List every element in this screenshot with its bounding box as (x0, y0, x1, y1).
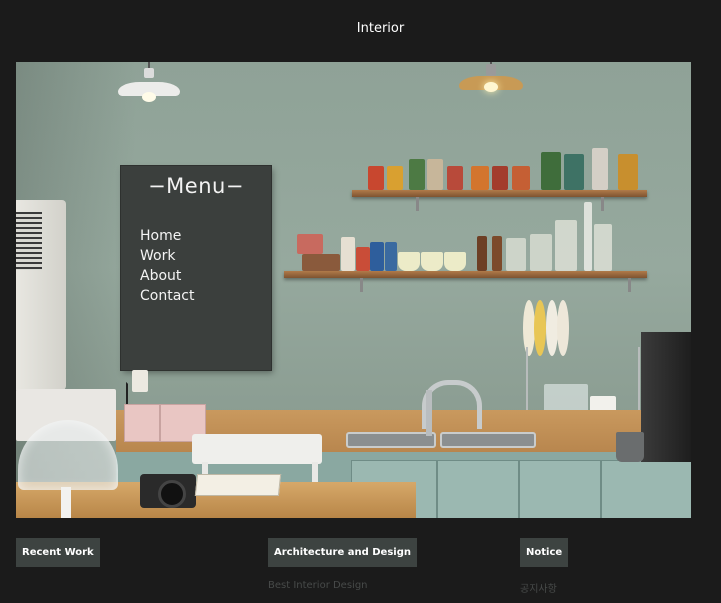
lower-shelf (284, 271, 647, 278)
sink (346, 432, 436, 448)
notebook (194, 474, 282, 496)
menu-link-about[interactable]: About (140, 266, 194, 286)
menu-link-work[interactable]: Work (140, 246, 194, 266)
notice-subtitle: 공지사항 (520, 584, 557, 595)
menu-link-contact[interactable]: Contact (140, 286, 194, 306)
site-title: Interior (356, 21, 405, 36)
architecture-subtitle: Best Interior Design (268, 580, 368, 591)
menu-link-home[interactable]: Home (140, 226, 194, 246)
upper-shelf (352, 190, 647, 197)
hero-kitchen-image: −Menu− Home Work About Contact (16, 62, 691, 518)
pendant-lamp-left (118, 62, 180, 106)
architecture-and-design-button[interactable]: Architecture and Design (268, 538, 417, 567)
menu-nav: Home Work About Contact (140, 226, 194, 306)
espresso-machine (641, 332, 691, 462)
notice-button[interactable]: Notice (520, 538, 569, 567)
air-conditioner (16, 200, 66, 390)
menu-title: −Menu− (148, 174, 244, 198)
white-chair (192, 434, 322, 464)
pendant-lamp-right (459, 62, 523, 102)
menu-board: −Menu− Home Work About Contact (121, 166, 271, 370)
recent-work-button[interactable]: Recent Work (16, 538, 100, 567)
